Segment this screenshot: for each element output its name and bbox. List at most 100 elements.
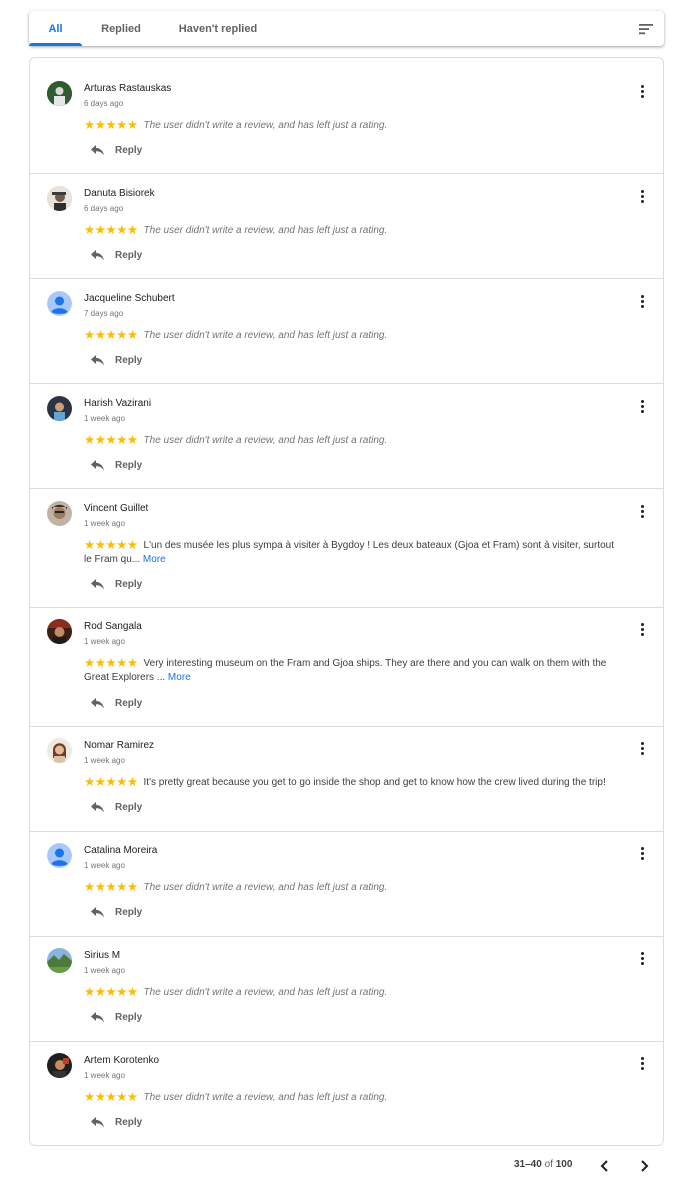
more-options-icon[interactable] [637,398,649,416]
avatar [47,619,72,644]
review-body: ★★★★★ It's pretty great because you get t… [84,775,614,790]
review-item: Catalina Moreira 1 week ago ★★★★★ The use… [30,832,663,937]
reply-button[interactable]: Reply [90,1116,142,1129]
page-range-of: of [544,1159,553,1170]
prev-page-icon[interactable] [596,1157,614,1175]
reply-icon [91,250,104,261]
star-rating: ★★★★★ [84,538,138,552]
review-text: The user didn't write a review, and has … [143,120,388,131]
reviewer-name: Catalina Moreira [84,845,158,856]
review-item: Nomar Ramirez 1 week ago ★★★★★ It's prett… [30,727,663,832]
avatar [47,843,72,868]
more-options-icon[interactable] [637,83,649,101]
next-page-icon[interactable] [635,1157,653,1175]
reviewer-name: Vincent Guillet [84,503,149,514]
star-rating: ★★★★★ [84,656,138,670]
review-item: Harish Vazirani 1 week ago ★★★★★ The user… [30,384,663,489]
review-body: ★★★★★ The user didn't write a review, and… [84,985,614,1000]
review-body: ★★★★★ The user didn't write a review, and… [84,1090,614,1105]
reply-icon [91,698,104,709]
tab-replied[interactable]: Replied [97,11,145,46]
reply-icon [91,460,104,471]
avatar [47,1053,72,1078]
reply-button[interactable]: Reply [90,459,142,472]
reviewer-name: Harish Vazirani [84,398,152,409]
review-body: ★★★★★ The user didn't write a review, and… [84,433,614,448]
more-options-icon[interactable] [637,950,649,968]
review-text: The user didn't write a review, and has … [143,330,388,341]
page-range-value: 31–40 [514,1159,542,1170]
star-rating: ★★★★★ [84,328,138,342]
reply-label: Reply [115,1117,143,1128]
reply-label: Reply [115,145,143,156]
reply-button[interactable]: Reply [90,249,142,262]
reply-icon [91,802,104,813]
review-time: 6 days ago [84,204,124,213]
sort-icon[interactable] [636,19,656,39]
review-time: 1 week ago [84,1071,125,1080]
reply-button[interactable]: Reply [90,144,142,157]
reply-button[interactable]: Reply [90,1011,142,1024]
more-options-icon[interactable] [637,740,649,758]
reviewer-name: Danuta Bisiorek [84,188,155,199]
review-time: 1 week ago [84,519,125,528]
review-body: ★★★★★ The user didn't write a review, and… [84,118,614,133]
page-total: 100 [555,1159,573,1170]
more-options-icon[interactable] [637,188,649,206]
reviewer-name: Rod Sangala [84,621,142,632]
reply-button[interactable]: Reply [90,801,142,814]
review-time: 1 week ago [84,966,125,975]
tab-havent-replied[interactable]: Haven't replied [175,11,261,46]
review-body: ★★★★★ L'un des musée les plus sympa à vis… [84,538,614,567]
more-options-icon[interactable] [637,503,649,521]
page-range: 31–40 of 100 [514,1159,572,1170]
reply-label: Reply [115,579,143,590]
avatar [47,186,72,211]
pagination: 31–40 of 100 [0,1157,695,1175]
reviewer-name: Artem Korotenko [84,1055,160,1066]
review-item: Jacqueline Schubert 7 days ago ★★★★★ The … [30,279,663,384]
reviewer-name: Nomar Ramirez [84,740,155,751]
reply-icon [91,907,104,918]
reply-button[interactable]: Reply [90,697,142,710]
reply-icon [91,355,104,366]
more-options-icon[interactable] [637,1055,649,1073]
avatar [47,396,72,421]
tab-all[interactable]: All [29,11,82,46]
review-time: 6 days ago [84,99,124,108]
reply-icon [91,1012,104,1023]
review-body: ★★★★★ The user didn't write a review, and… [84,223,614,238]
star-rating: ★★★★★ [84,775,138,789]
reply-icon [91,145,104,156]
review-item: Artem Korotenko 1 week ago ★★★★★ The user… [30,1042,663,1145]
more-link[interactable]: More [168,672,191,683]
reply-icon [91,579,104,590]
avatar [47,81,72,106]
more-link[interactable]: More [143,554,166,565]
reply-icon [91,1117,104,1128]
more-options-icon[interactable] [637,845,649,863]
reply-label: Reply [115,250,143,261]
star-rating: ★★★★★ [84,1090,138,1104]
review-item: Sirius M 1 week ago ★★★★★ The user didn't… [30,937,663,1042]
reply-label: Reply [115,907,143,918]
reply-button[interactable]: Reply [90,354,142,367]
more-options-icon[interactable] [637,621,649,639]
star-rating: ★★★★★ [84,223,138,237]
star-rating: ★★★★★ [84,118,138,132]
review-item: Danuta Bisiorek 6 days ago ★★★★★ The user… [30,174,663,279]
star-rating: ★★★★★ [84,880,138,894]
reply-button[interactable]: Reply [90,578,142,591]
review-body: ★★★★★ The user didn't write a review, and… [84,328,614,343]
review-text: The user didn't write a review, and has … [143,882,388,893]
review-list: Arturas Rastauskas 6 days ago ★★★★★ The u… [29,57,664,1146]
review-time: 1 week ago [84,637,125,646]
avatar [47,291,72,316]
reply-button[interactable]: Reply [90,906,142,919]
reply-label: Reply [115,698,143,709]
review-body: ★★★★★ The user didn't write a review, and… [84,880,614,895]
reply-label: Reply [115,802,143,813]
more-options-icon[interactable] [637,293,649,311]
reviewer-name: Sirius M [84,950,121,961]
avatar [47,501,72,526]
